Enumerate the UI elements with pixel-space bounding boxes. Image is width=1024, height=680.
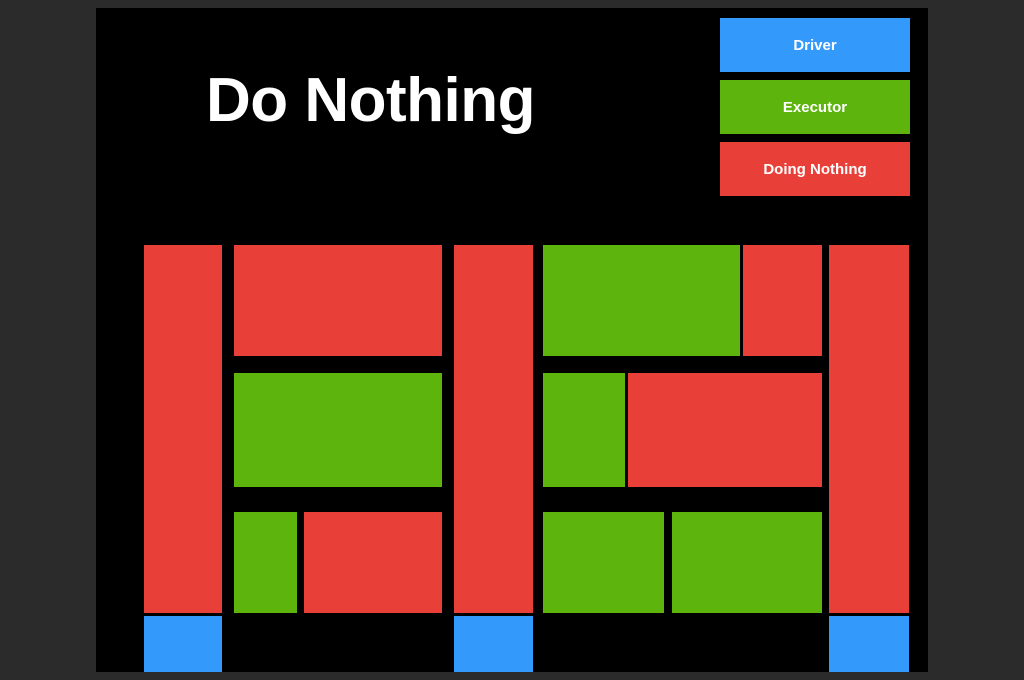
bar-segment-driver[interactable] bbox=[454, 616, 533, 672]
bar-segment-executor[interactable] bbox=[672, 512, 822, 613]
bar-segment-doing-nothing[interactable] bbox=[454, 245, 533, 613]
bar-segment-doing-nothing[interactable] bbox=[628, 373, 822, 487]
bar-segment-executor[interactable] bbox=[543, 245, 740, 356]
bar-segment-driver[interactable] bbox=[829, 616, 909, 672]
visualization-panel: Do Nothing Driver Executor Doing Nothing bbox=[96, 8, 928, 672]
bar-segment-driver[interactable] bbox=[144, 616, 222, 672]
bar-segment-doing-nothing[interactable] bbox=[304, 512, 442, 613]
bar-segment-executor[interactable] bbox=[543, 373, 625, 487]
screenshot-stage: Do Nothing Driver Executor Doing Nothing bbox=[0, 0, 1024, 680]
bar-segment-doing-nothing[interactable] bbox=[829, 245, 909, 613]
bar-segment-executor[interactable] bbox=[234, 512, 297, 613]
bar-segment-executor[interactable] bbox=[234, 373, 442, 487]
bar-segment-doing-nothing[interactable] bbox=[743, 245, 822, 356]
bar-chart bbox=[96, 8, 928, 672]
bar-segment-executor[interactable] bbox=[543, 512, 664, 613]
bar-segment-doing-nothing[interactable] bbox=[234, 245, 442, 356]
bar-segment-doing-nothing[interactable] bbox=[144, 245, 222, 613]
